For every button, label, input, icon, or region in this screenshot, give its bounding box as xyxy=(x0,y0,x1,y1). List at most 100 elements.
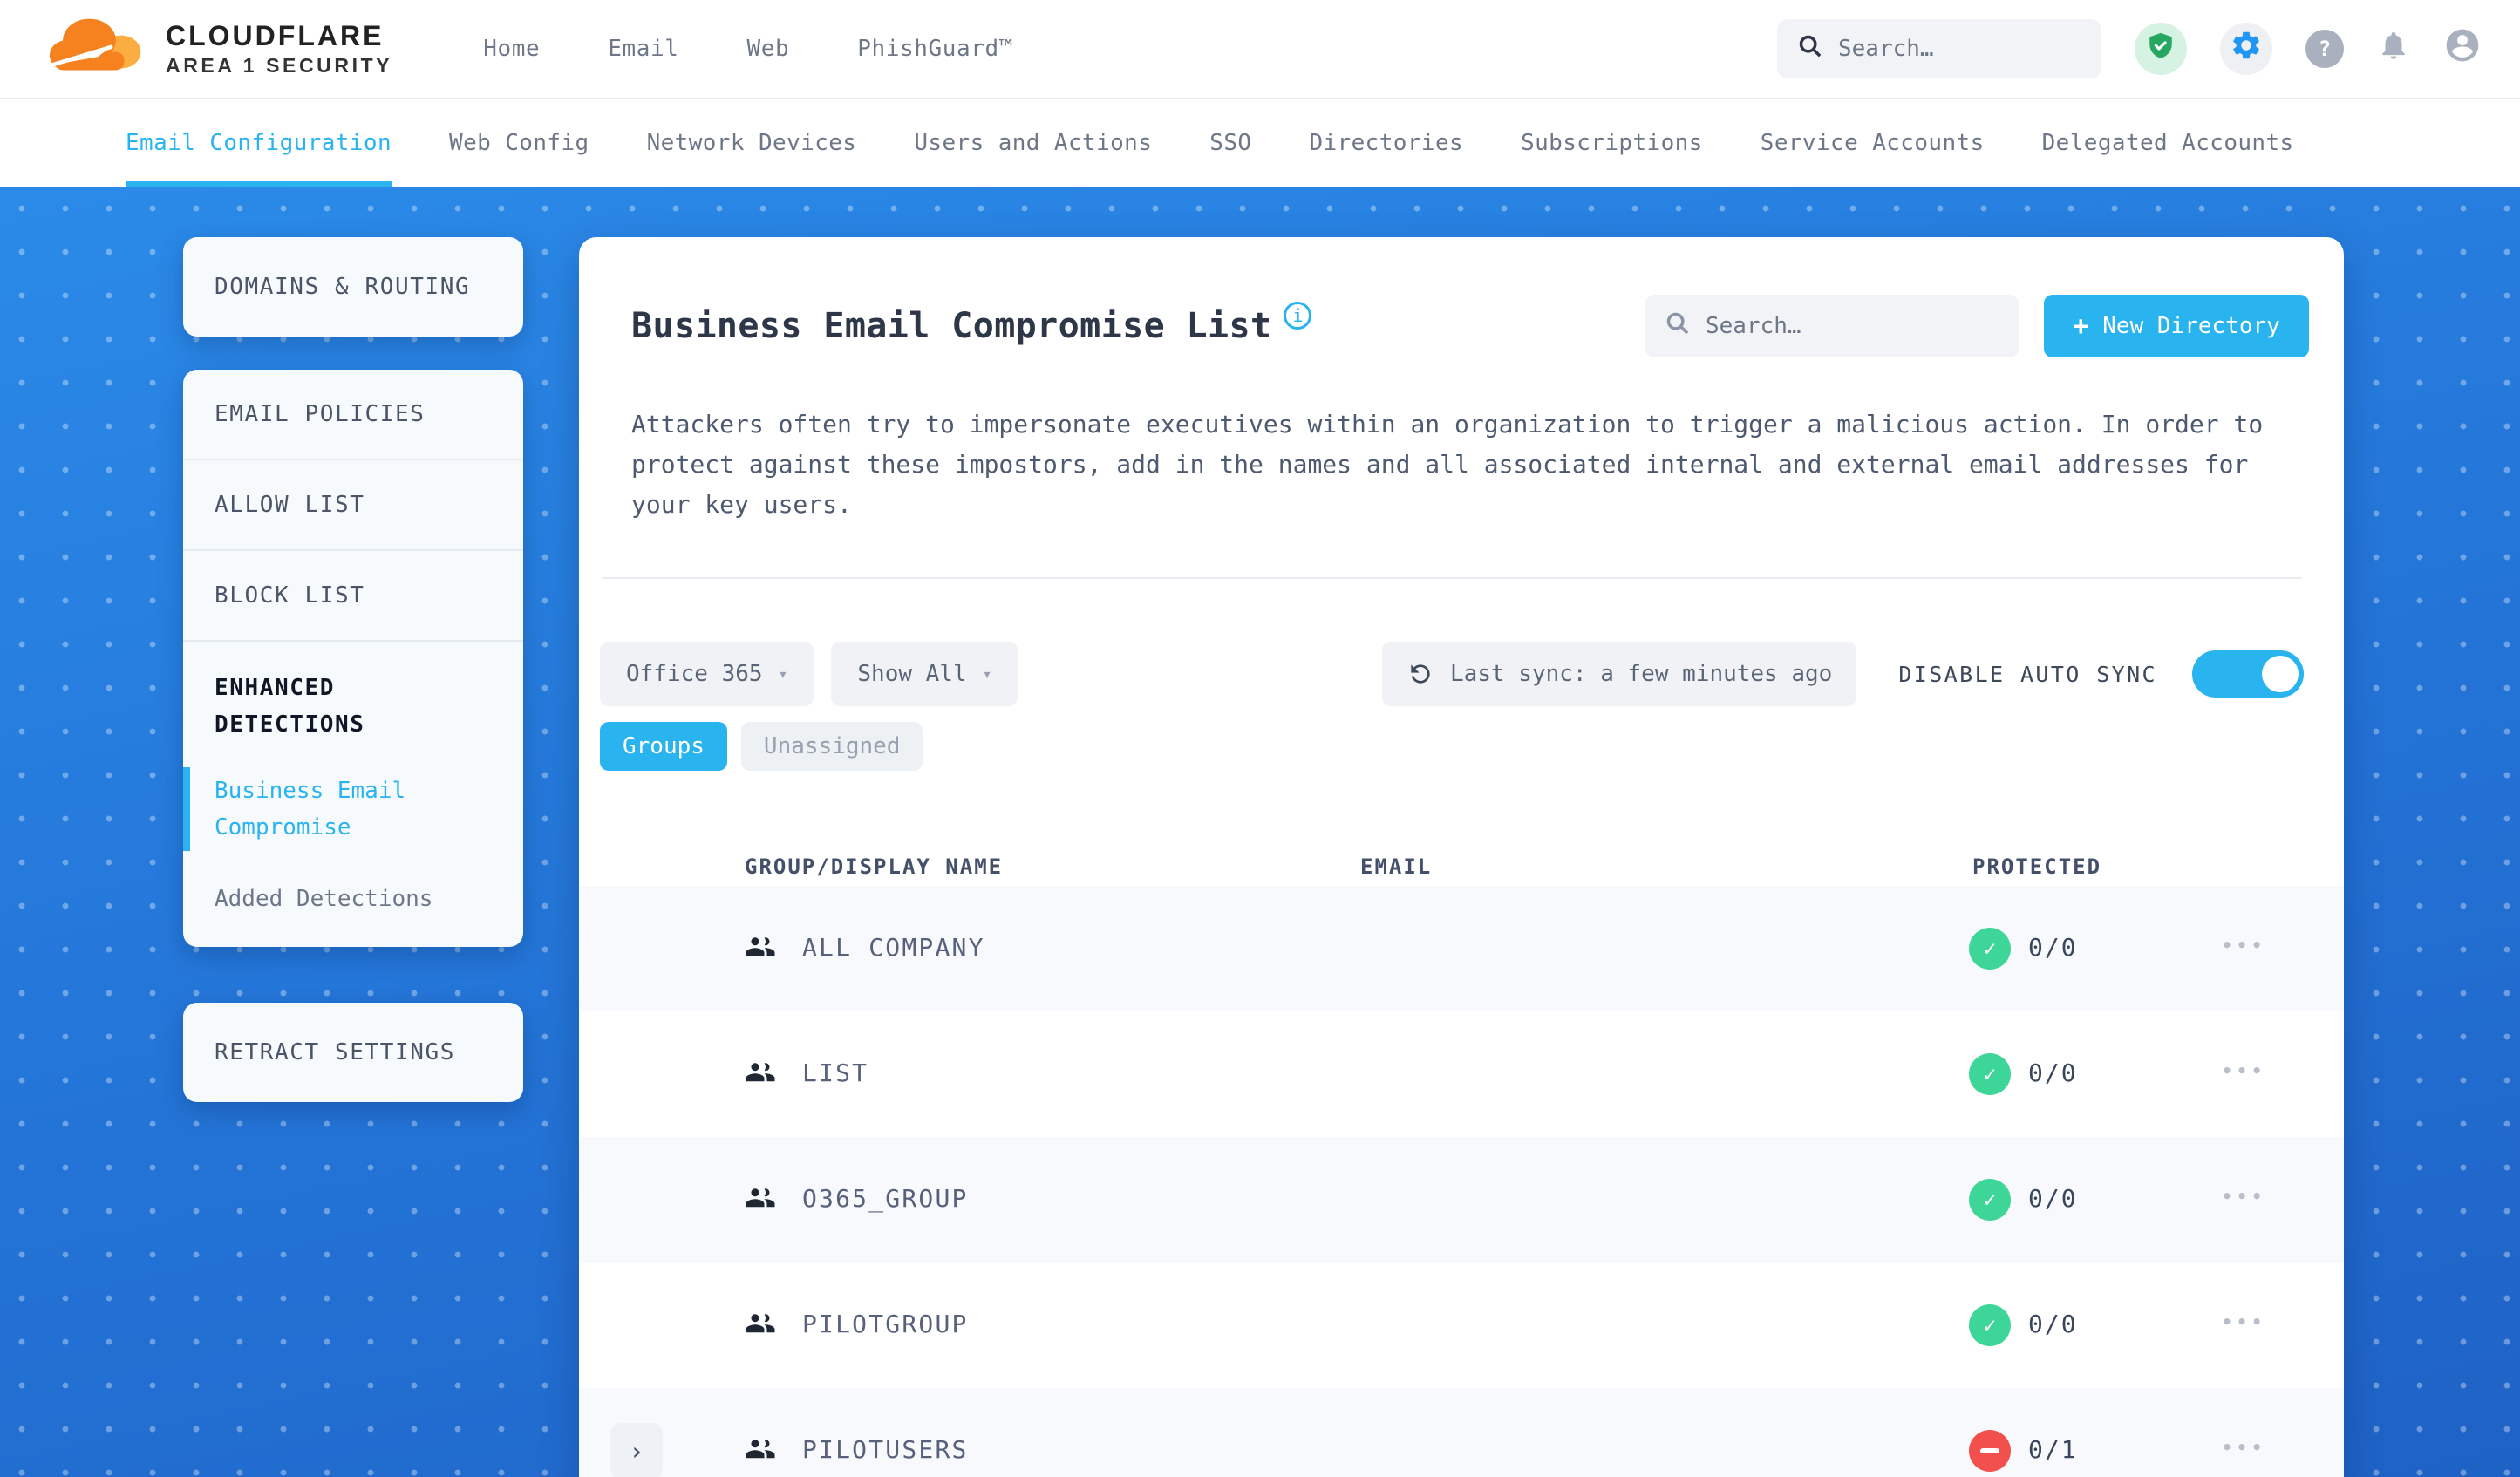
global-search-input[interactable] xyxy=(1838,36,2081,62)
brand-subtitle: AREA 1 SECURITY xyxy=(166,53,393,77)
table-header: GROUP/DISPLAY NAME EMAIL PROTECTED xyxy=(579,854,2344,886)
nav-email[interactable]: Email xyxy=(608,36,678,62)
tab-service-accounts[interactable]: Service Accounts xyxy=(1761,99,1985,187)
protected-check-icon: ✓ xyxy=(1969,928,2011,970)
tab-directories[interactable]: Directories xyxy=(1309,99,1463,187)
protected-check-icon: ✓ xyxy=(1969,1053,2011,1095)
info-icon[interactable]: i xyxy=(1284,302,1312,330)
new-directory-label: New Directory xyxy=(2102,313,2280,339)
unprotected-minus-icon xyxy=(1969,1430,2011,1472)
people-icon xyxy=(745,1310,776,1343)
group-name: PILOTGROUP xyxy=(802,1310,969,1338)
refresh-icon xyxy=(1406,660,1434,688)
sidebar-policies-card: EMAIL POLICIES ALLOW LIST BLOCK LIST ENH… xyxy=(183,370,523,947)
account-button[interactable] xyxy=(2443,26,2482,71)
protected-count: 0/0 xyxy=(2028,1184,2078,1213)
tab-web-config[interactable]: Web Config xyxy=(449,99,589,187)
app: CLOUDFLARE AREA 1 SECURITY Home Email We… xyxy=(0,0,2520,1477)
cloudflare-logo[interactable]: CLOUDFLARE AREA 1 SECURITY xyxy=(47,12,392,85)
nav-home[interactable]: Home xyxy=(483,36,540,62)
sidebar-item-email-policies[interactable]: EMAIL POLICIES xyxy=(183,370,523,459)
sidebar-item-retract-settings[interactable]: RETRACT SETTINGS xyxy=(183,1003,523,1102)
content-area: DOMAINS & ROUTING EMAIL POLICIES ALLOW L… xyxy=(0,187,2520,1477)
sidebar-item-block-list[interactable]: BLOCK LIST xyxy=(183,549,523,640)
sidebar-item-enhanced-detections[interactable]: ENHANCED DETECTIONS xyxy=(183,670,523,743)
group-name: ALL COMPANY xyxy=(802,933,985,962)
chevron-down-icon: ▾ xyxy=(778,664,788,684)
cloudflare-cloud-icon xyxy=(47,12,148,85)
sidebar: DOMAINS & ROUTING EMAIL POLICIES ALLOW L… xyxy=(183,237,523,1102)
divider xyxy=(602,577,2302,579)
group-name: O365_GROUP xyxy=(802,1184,969,1213)
tab-groups[interactable]: Groups xyxy=(600,722,727,771)
people-icon xyxy=(745,1058,776,1092)
main-panel: Business Email Compromise List i + New D… xyxy=(579,237,2344,1477)
controls-row: Office 365 ▾ Show All ▾ Last sync: a few… xyxy=(600,642,2304,706)
primary-nav: Home Email Web PhishGuard™ xyxy=(483,36,1013,62)
sidebar-section-enhanced-detections: ENHANCED DETECTIONS Business Email Compr… xyxy=(183,640,523,947)
settings-button[interactable] xyxy=(2220,23,2272,75)
help-button[interactable]: ? xyxy=(2305,30,2344,68)
tab-subscriptions[interactable]: Subscriptions xyxy=(1521,99,1703,187)
list-search-input[interactable] xyxy=(1706,313,1999,339)
people-icon xyxy=(745,1184,776,1217)
show-filter-dropdown[interactable]: Show All ▾ xyxy=(831,642,1018,706)
protected-count: 0/0 xyxy=(2028,933,2078,962)
row-menu-button[interactable]: ••• xyxy=(2215,928,2273,963)
tab-network-devices[interactable]: Network Devices xyxy=(647,99,857,187)
global-search[interactable] xyxy=(1777,19,2101,78)
search-icon xyxy=(1665,310,1690,343)
table-row[interactable]: O365_GROUP ✓ 0/0 ••• xyxy=(579,1137,2344,1263)
plus-icon: + xyxy=(2073,310,2089,342)
header-actions: ? xyxy=(1777,19,2482,78)
protected-count: 0/1 xyxy=(2028,1435,2078,1464)
list-search[interactable] xyxy=(1645,295,2019,357)
sidebar-item-domains-routing[interactable]: DOMAINS & ROUTING xyxy=(183,237,523,337)
shield-check-icon xyxy=(2146,31,2176,67)
brand-name: CLOUDFLARE xyxy=(166,19,385,51)
sidebar-item-business-email-compromise[interactable]: Business Email Compromise xyxy=(183,767,523,851)
table-row[interactable]: PILOTGROUP ✓ 0/0 ••• xyxy=(579,1263,2344,1388)
protected-check-icon: ✓ xyxy=(1969,1304,2011,1346)
list-tabs: Groups Unassigned xyxy=(600,722,2344,771)
tab-email-configuration[interactable]: Email Configuration xyxy=(126,99,392,187)
directory-filter-value: Office 365 xyxy=(626,661,763,687)
chevron-down-icon: ▾ xyxy=(982,664,992,684)
row-menu-button[interactable]: ••• xyxy=(2215,1179,2273,1214)
row-menu-button[interactable]: ••• xyxy=(2215,1430,2273,1465)
show-filter-value: Show All xyxy=(857,661,967,687)
page-description: Attackers often try to impersonate execu… xyxy=(631,410,2264,519)
question-icon: ? xyxy=(2318,37,2332,61)
tab-delegated-accounts[interactable]: Delegated Accounts xyxy=(2042,99,2294,187)
people-icon xyxy=(745,933,776,966)
last-sync-label: Last sync: a few minutes ago xyxy=(1450,661,1833,687)
security-status-button[interactable] xyxy=(2135,23,2187,75)
sidebar-item-added-detections[interactable]: Added Detections xyxy=(183,875,523,922)
people-icon xyxy=(745,1435,776,1468)
tab-unassigned[interactable]: Unassigned xyxy=(740,722,923,771)
notifications-button[interactable] xyxy=(2377,29,2410,69)
column-email: EMAIL xyxy=(1360,854,1433,879)
sidebar-item-allow-list[interactable]: ALLOW LIST xyxy=(183,459,523,549)
column-protected: PROTECTED xyxy=(1972,854,2102,879)
directory-filter-dropdown[interactable]: Office 365 ▾ xyxy=(600,642,814,706)
search-icon xyxy=(1798,32,1822,65)
nav-phishguard[interactable]: PhishGuard™ xyxy=(857,36,1013,62)
tab-sso[interactable]: SSO xyxy=(1209,99,1251,187)
user-icon xyxy=(2443,29,2482,71)
tab-users-and-actions[interactable]: Users and Actions xyxy=(914,99,1152,187)
auto-sync-toggle[interactable] xyxy=(2192,650,2304,698)
table-row[interactable]: › PILOTUSERS 0/1 ••• xyxy=(579,1388,2344,1477)
toggle-knob xyxy=(2262,656,2299,692)
row-menu-button[interactable]: ••• xyxy=(2215,1304,2273,1339)
column-group-display-name: GROUP/DISPLAY NAME xyxy=(745,854,1004,879)
table-row[interactable]: LIST ✓ 0/0 ••• xyxy=(579,1011,2344,1137)
last-sync-button[interactable]: Last sync: a few minutes ago xyxy=(1382,642,1857,706)
table-row[interactable]: ALL COMPANY ✓ 0/0 ••• xyxy=(579,886,2344,1011)
new-directory-button[interactable]: + New Directory xyxy=(2044,295,2309,357)
group-name: LIST xyxy=(802,1058,869,1087)
row-menu-button[interactable]: ••• xyxy=(2215,1053,2273,1088)
auto-sync-label: DISABLE AUTO SYNC xyxy=(1898,661,2157,687)
expand-row-button[interactable]: › xyxy=(610,1423,663,1477)
nav-web[interactable]: Web xyxy=(746,36,789,62)
